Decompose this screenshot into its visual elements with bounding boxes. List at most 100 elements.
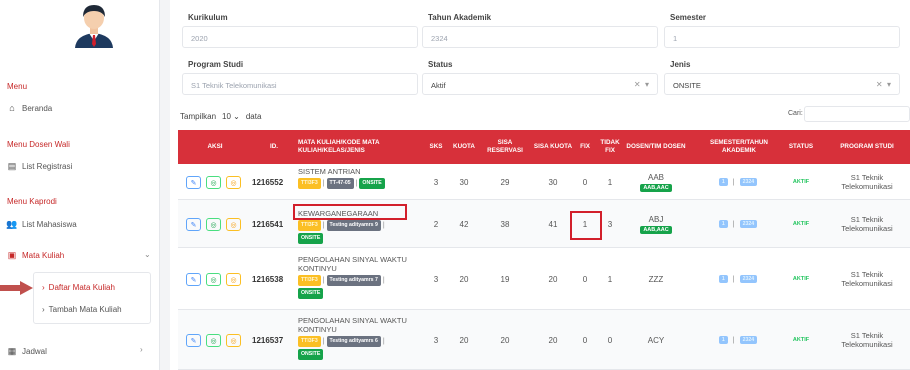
course-name-2: KONTINYU (298, 325, 337, 334)
sidebar-item-label: Jadwal (22, 346, 47, 356)
col-aksi[interactable]: AKSI (178, 130, 252, 164)
tahun-akademik-field[interactable]: 2324 (422, 26, 658, 48)
course-info: PENGOLAHAN SINYAL WAKTU KONTINYU TTI3F3 |… (298, 255, 422, 299)
disable-button[interactable]: ◎ (226, 273, 241, 286)
col-id[interactable]: ID. (252, 130, 296, 164)
search-input[interactable] (804, 106, 910, 122)
col-dosen[interactable]: DOSEN/TIM DOSEN (626, 130, 686, 164)
disable-button[interactable]: ◎ (226, 218, 241, 231)
status-select[interactable]: Aktif ✕ ▾ (422, 73, 658, 95)
edit-icon: ✎ (190, 337, 197, 345)
edit-button[interactable]: ✎ (186, 334, 201, 347)
sisa-reservasi-value: 29 (500, 177, 510, 187)
kuota-value: 20 (459, 274, 469, 284)
submenu-item-daftar-mata-kuliah[interactable]: › Daftar Mata Kuliah (42, 283, 115, 292)
kuota-value: 20 (459, 335, 469, 345)
semester-field[interactable]: 1 (664, 26, 900, 48)
kuota-value: 30 (459, 177, 469, 187)
col-tidak-fix[interactable]: TIDAK FIX (598, 130, 622, 164)
detail-button[interactable]: ◎ (206, 273, 221, 286)
semester-badge: 1 (718, 220, 728, 228)
tim-dosen-badge: AAB,AAC (640, 183, 672, 192)
status-cell: AKTIF (783, 310, 819, 370)
mata-kuliah-submenu: › Daftar Mata Kuliah › Tambah Mata Kulia… (33, 272, 151, 324)
page-size-control: Tampilkan 10 ⌄ data (180, 112, 261, 121)
tahun-akademik-value: 2324 (431, 34, 448, 43)
class-badge: TT-47-05 (326, 178, 354, 189)
sidebar-item-beranda[interactable]: ⌂ Beranda (7, 103, 52, 113)
chevron-down-icon[interactable]: ⌄ (144, 250, 151, 259)
highlight-box (570, 211, 602, 240)
sks-value: 2 (433, 219, 439, 229)
sks-value: 3 (433, 274, 439, 284)
sisa-kuota-value: 41 (548, 219, 558, 229)
clear-dropdown-icon[interactable]: ✕ ▾ (876, 80, 891, 89)
prodi-line-2: Telekomunikasi (841, 279, 893, 288)
jenis-badge: ONSITE (298, 233, 324, 244)
menu-kaprodi-heading: Menu Kaprodi (7, 197, 57, 206)
col-sks[interactable]: SKS (424, 130, 448, 164)
row-id: 1216537 (252, 335, 284, 345)
chevron-right-icon[interactable]: › (140, 345, 143, 354)
program-studi-cell: S1 Teknik Telekomunikasi (824, 164, 910, 200)
tidak-fix-value: 1 (607, 274, 613, 284)
detail-button[interactable]: ◎ (206, 176, 221, 189)
semester-tahun-cell: 1 | 2324 (698, 310, 780, 370)
circle-icon: ◎ (210, 221, 217, 229)
submenu-item-tambah-mata-kuliah[interactable]: › Tambah Mata Kuliah (42, 305, 122, 314)
semester-tahun-cell: 1 | 2324 (698, 164, 780, 200)
col-sisa-kuota[interactable]: SISA KUOTA (532, 130, 574, 164)
edit-button[interactable]: ✎ (186, 176, 201, 189)
circle-icon: ◎ (230, 179, 237, 187)
detail-button[interactable]: ◎ (206, 218, 221, 231)
prodi-line-2: Telekomunikasi (841, 224, 893, 233)
table-row: ✎ ◎ ◎ 1216537 PENGOLAHAN SINYAL WAKTU KO… (178, 310, 910, 370)
col-status[interactable]: STATUS (783, 130, 819, 164)
clear-dropdown-icon[interactable]: ✕ ▾ (634, 80, 649, 89)
semester-badge: 1 (718, 178, 728, 186)
edit-button[interactable]: ✎ (186, 273, 201, 286)
col-mata-kuliah[interactable]: MATA KULIAH/KODE MATA KULIAH/KELAS/JENIS (298, 130, 420, 164)
disable-button[interactable]: ◎ (226, 334, 241, 347)
program-studi-field[interactable]: S1 Teknik Telekomunikasi (182, 73, 418, 95)
tahun-badge: 2324 (739, 275, 758, 283)
row-id: 1216552 (252, 177, 284, 187)
sidebar-item-label: Mata Kuliah (22, 250, 65, 260)
course-code-badge: TTI3F3 (298, 336, 321, 347)
course-info: SISTEM ANTRIAN TTI3F3 | TT-47-05 | ONSITE (298, 167, 422, 189)
fix-value: 0 (582, 274, 588, 284)
col-semester-tahun[interactable]: SEMESTER/TAHUN AKADEMIK (698, 130, 780, 164)
col-sisa-reservasi[interactable]: SISA RESERVASI (480, 130, 530, 164)
avatar[interactable] (72, 2, 116, 48)
edit-button[interactable]: ✎ (186, 218, 201, 231)
annotation-arrow-icon (0, 281, 33, 295)
course-info: PENGOLAHAN SINYAL WAKTU KONTINYU TTI3F3 |… (298, 316, 422, 360)
tidak-fix-value: 0 (607, 335, 613, 345)
detail-button[interactable]: ◎ (206, 334, 221, 347)
page-size-select[interactable]: 10 ⌄ (222, 112, 240, 121)
table-row: ✎ ◎ ◎ 1216538 PENGOLAHAN SINYAL WAKTU KO… (178, 248, 910, 310)
sidebar-item-jadwal[interactable]: ▦ Jadwal (7, 346, 47, 356)
home-icon: ⌂ (9, 103, 15, 113)
chevron-right-icon: › (42, 305, 45, 314)
program-studi-value: S1 Teknik Telekomunikasi (191, 81, 277, 90)
submenu-item-label: Daftar Mata Kuliah (48, 283, 115, 292)
sidebar-item-mata-kuliah[interactable]: ▣ Mata Kuliah (7, 250, 65, 260)
sidebar-item-list-mahasiswa[interactable]: 👥 List Mahasiswa (6, 219, 76, 229)
show-suffix: data (245, 112, 262, 121)
col-kuota[interactable]: KUOTA (448, 130, 480, 164)
disable-button[interactable]: ◎ (226, 176, 241, 189)
col-fix[interactable]: FIX (576, 130, 594, 164)
kurikulum-field[interactable]: 2020 (182, 26, 418, 48)
col-program-studi[interactable]: PROGRAM STUDI (824, 130, 910, 164)
sidebar-item-list-registrasi[interactable]: ▤ List Registrasi (7, 161, 73, 171)
table-row: ✎ ◎ ◎ 1216541 KEWARGANEGARAAN TTI3F3 | Tes… (178, 200, 910, 248)
dosen-value: ABJ (648, 214, 664, 224)
edit-icon: ✎ (190, 221, 197, 229)
jenis-select[interactable]: ONSITE ✕ ▾ (664, 73, 900, 95)
class-badge: Testing adityamrs 6 (326, 336, 381, 347)
sisa-kuota-value: 30 (548, 177, 558, 187)
prodi-line-1: S1 Teknik (850, 215, 884, 224)
semester-value: 1 (673, 34, 678, 43)
kuota-value: 42 (459, 219, 469, 229)
